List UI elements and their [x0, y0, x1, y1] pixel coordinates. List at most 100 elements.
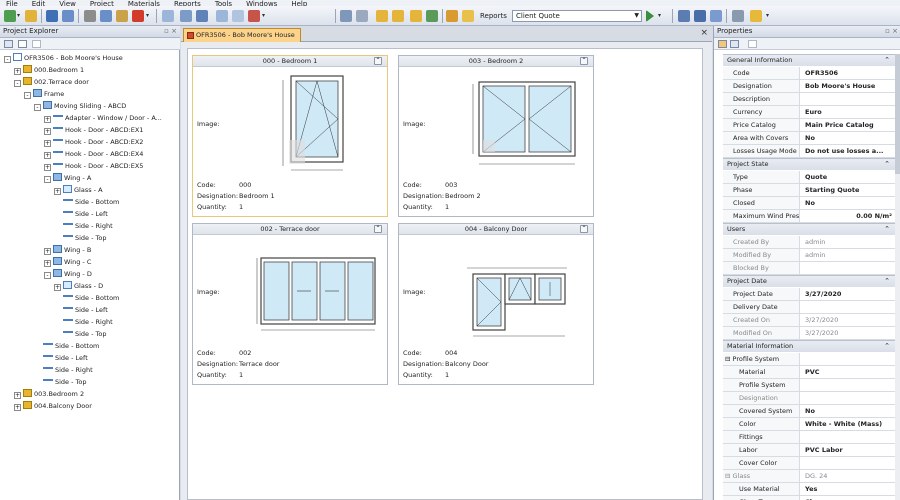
expand-icon[interactable]: + — [44, 152, 51, 159]
property-value[interactable]: Yes — [802, 483, 896, 495]
tree-item[interactable]: + Hook - Door - ABCD:EX5 — [44, 160, 143, 172]
tab-project[interactable]: OFR3506 - Bob Moore's House — [183, 28, 301, 42]
tree-item[interactable]: + Adapter - Window / Door - A... — [44, 112, 162, 124]
categorized-icon[interactable] — [718, 40, 727, 48]
expand-icon[interactable]: + — [14, 392, 21, 399]
tree-item[interactable]: - OFR3506 - Bob Moore's House — [4, 52, 123, 64]
tree-item[interactable]: + Wing - B — [44, 244, 91, 256]
property-row[interactable]: Project Date 3/27/2020 — [723, 288, 896, 301]
property-value[interactable] — [802, 457, 896, 469]
property-row[interactable]: Profile System — [723, 379, 896, 392]
property-value[interactable]: White - White (Mass) — [802, 418, 896, 430]
window-icon[interactable] — [162, 10, 174, 22]
item-card[interactable]: 003 - Bedroom 2 ⌃ Image: Code: 003 Design… — [398, 55, 594, 217]
expand-all-icon[interactable] — [4, 40, 13, 48]
property-row[interactable]: Phase Starting Quote — [723, 184, 896, 197]
collapse-icon[interactable]: ⌃ — [884, 55, 890, 66]
property-row[interactable]: Delivery Date — [723, 301, 896, 314]
insert-dropdown-icon[interactable]: ▾ — [262, 11, 268, 21]
property-row[interactable]: Designation Bob Moore's House — [723, 80, 896, 93]
tree-item[interactable]: Side - Top — [34, 376, 87, 388]
property-row[interactable]: Use Material Yes — [723, 483, 896, 496]
tree-item[interactable]: Side - Right — [54, 316, 113, 328]
property-value[interactable]: 0.00 N/m² — [802, 210, 896, 222]
expand-icon[interactable]: + — [44, 116, 51, 123]
tree-item[interactable]: Side - Right — [34, 364, 93, 376]
property-value[interactable]: No — [802, 405, 896, 417]
property-row[interactable]: Losses Usage Mode Do not use losses a... — [723, 145, 896, 158]
tree-item[interactable]: - Moving Sliding - ABCD — [34, 100, 126, 112]
property-row[interactable]: ⊟ Glass DG. 24 — [723, 470, 896, 483]
pencil-icon[interactable] — [446, 10, 458, 22]
run-report-icon[interactable] — [646, 10, 654, 22]
property-row[interactable]: Created On 3/27/2020 — [723, 314, 896, 327]
property-row[interactable]: Material PVC — [723, 366, 896, 379]
tree-item[interactable]: + Wing - C — [44, 256, 91, 268]
pin-close-icon[interactable]: ▫ × — [164, 26, 177, 37]
property-row[interactable]: Type Quote — [723, 171, 896, 184]
item-card[interactable]: 000 - Bedroom 1 ⌃ Image: Code: 000 Design… — [192, 55, 388, 217]
tree-item[interactable]: Side - Left — [34, 352, 88, 364]
list-icon[interactable] — [356, 10, 368, 22]
collapse-icon[interactable]: ⌃ — [374, 225, 382, 233]
tree-item[interactable]: Side - Bottom — [54, 196, 119, 208]
close-icon[interactable]: × — [700, 28, 708, 38]
property-value[interactable] — [802, 431, 896, 443]
cost-icon[interactable] — [392, 10, 404, 22]
report-dropdown-icon[interactable]: ▾ — [658, 11, 664, 21]
property-row[interactable]: Maximum Wind Press 0.00 N/m² — [723, 210, 896, 223]
property-value[interactable]: PVC Labor — [802, 444, 896, 456]
expand-icon[interactable]: + — [54, 188, 61, 195]
new-project-icon[interactable] — [4, 10, 16, 22]
expand-icon[interactable]: + — [44, 128, 51, 135]
property-value[interactable]: OFR3506 — [802, 67, 896, 79]
property-value[interactable]: Bob Moore's House — [802, 80, 896, 92]
property-row[interactable]: Code OFR3506 — [723, 67, 896, 80]
optimize-icon[interactable] — [426, 10, 438, 22]
collapse-icon[interactable]: ⌃ — [884, 224, 890, 235]
expand-icon[interactable]: + — [44, 248, 51, 255]
expand-icon[interactable]: + — [44, 260, 51, 267]
tree-item[interactable]: - Wing - A — [44, 172, 91, 184]
settings-icon[interactable] — [732, 10, 744, 22]
export-icon[interactable] — [694, 10, 706, 22]
property-row[interactable]: Glass TypeClear — [723, 496, 896, 500]
property-row[interactable]: Currency Euro — [723, 106, 896, 119]
collapse-icon[interactable]: - — [34, 104, 41, 111]
new-dropdown-icon[interactable]: ▾ — [17, 11, 23, 21]
open-folder-icon[interactable] — [25, 10, 37, 22]
property-row[interactable]: Price Catalog Main Price Catalog — [723, 119, 896, 132]
print-icon[interactable] — [462, 10, 474, 22]
property-value[interactable]: Do not use losses a... — [802, 145, 896, 157]
property-value[interactable]: Quote — [802, 171, 896, 183]
property-row[interactable]: Blocked By — [723, 262, 896, 275]
property-row[interactable]: Designation — [723, 392, 896, 405]
wing-icon[interactable] — [196, 10, 208, 22]
tree-item[interactable]: Side - Left — [54, 208, 108, 220]
collapse-icon[interactable]: ⌃ — [884, 159, 890, 170]
property-row[interactable]: Covered System No — [723, 405, 896, 418]
property-value[interactable] — [802, 301, 896, 313]
frame-icon[interactable] — [180, 10, 192, 22]
property-section[interactable]: Project State ⌃ — [723, 158, 896, 170]
expand-icon[interactable]: + — [44, 140, 51, 147]
property-row[interactable]: Description — [723, 93, 896, 106]
properties-scrollbar[interactable] — [895, 54, 900, 500]
price-icon[interactable] — [376, 10, 388, 22]
collapse-icon[interactable]: ⌃ — [580, 57, 588, 65]
tree-item[interactable]: Side - Top — [54, 328, 107, 340]
property-value[interactable]: Euro — [802, 106, 896, 118]
profile-icon[interactable] — [232, 10, 244, 22]
collapse-all-icon[interactable] — [18, 40, 27, 48]
alphabetical-icon[interactable] — [730, 40, 739, 48]
edit-dropdown-icon[interactable]: ▾ — [146, 11, 152, 21]
collapse-icon[interactable]: - — [24, 92, 31, 99]
property-value[interactable]: Clear — [802, 496, 896, 500]
tree-item[interactable]: - Wing - D — [44, 268, 92, 280]
property-row[interactable]: Color White - White (Mass) — [723, 418, 896, 431]
property-value[interactable]: 3/27/2020 — [802, 288, 896, 300]
paste-icon[interactable] — [116, 10, 128, 22]
property-section[interactable]: Project Date ⌃ — [723, 275, 896, 287]
tools-icon[interactable] — [248, 10, 260, 22]
tree-item[interactable]: - 002.Terrace door — [14, 76, 89, 88]
